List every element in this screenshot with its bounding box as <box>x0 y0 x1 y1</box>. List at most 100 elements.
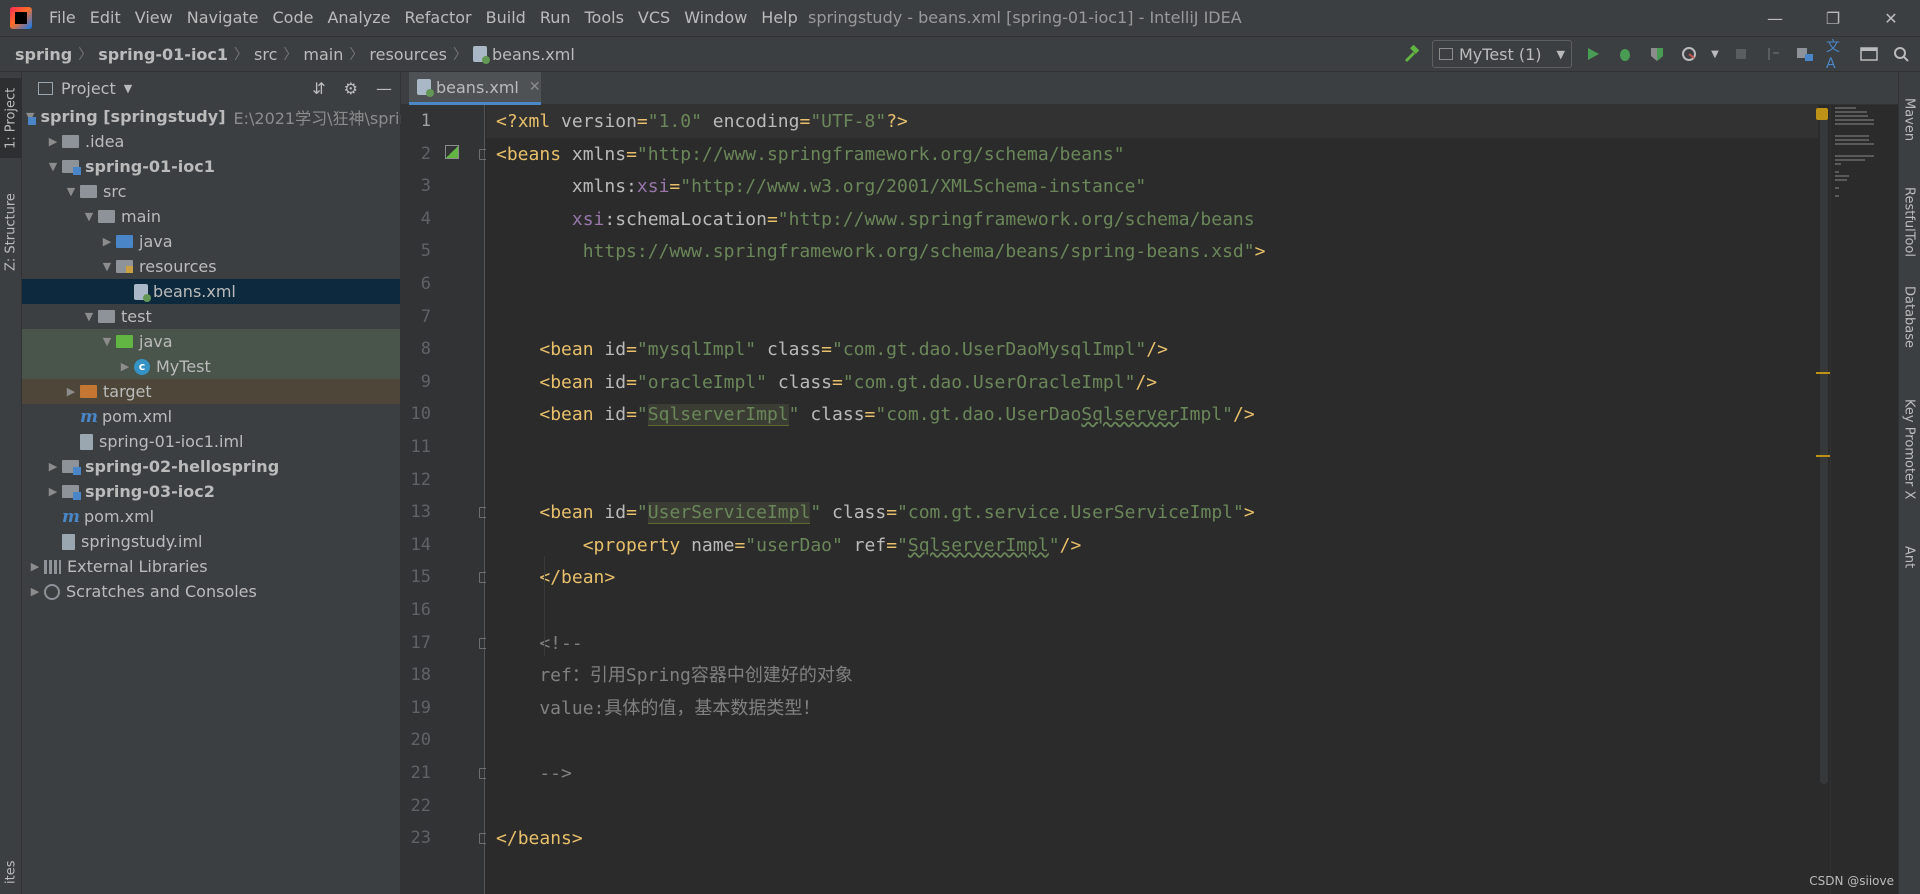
tree-node[interactable]: ▼ java <box>22 329 400 354</box>
breadcrumb-item[interactable]: resources <box>369 45 447 64</box>
collapsed-arrow-icon[interactable]: ▶ <box>44 460 62 473</box>
tab-beans-xml[interactable]: beans.xml ✕ <box>409 72 541 105</box>
spring-bean-icon[interactable] <box>445 145 459 159</box>
collapse-all-icon[interactable]: ⇵ <box>312 79 325 98</box>
translate-icon[interactable]: 文A <box>1826 39 1848 72</box>
collapsed-arrow-icon[interactable]: ▶ <box>98 235 116 248</box>
tree-node-label: spring-01-ioc1 <box>85 157 215 176</box>
expanded-arrow-icon[interactable]: ▼ <box>80 310 98 323</box>
hammer-icon[interactable] <box>1400 43 1422 65</box>
tree-node[interactable]: m pom.xml <box>22 404 400 429</box>
menu-help[interactable]: Help <box>754 0 804 36</box>
hide-panel-icon[interactable]: — <box>376 79 392 98</box>
layout-icon[interactable] <box>1858 43 1880 65</box>
menu-window[interactable]: Window <box>677 0 754 36</box>
debug-icon[interactable] <box>1614 43 1636 65</box>
search-icon[interactable] <box>1890 43 1912 65</box>
tab-favorites[interactable]: ites <box>0 852 22 892</box>
gear-icon[interactable]: ⚙ <box>344 79 358 98</box>
chevron-down-icon[interactable]: ▼ <box>124 82 132 95</box>
tree-node[interactable]: spring-01-ioc1.iml <box>22 429 400 454</box>
vertical-scrollbar[interactable] <box>1820 108 1828 784</box>
expanded-arrow-icon[interactable]: ▼ <box>62 185 80 198</box>
tree-node[interactable]: ▼spring [springstudy]E:\2021学习\狂神\spring <box>22 104 420 129</box>
tab-ant[interactable]: Ant <box>1898 517 1920 597</box>
menu-refactor[interactable]: Refactor <box>398 0 479 36</box>
minimap-line <box>1835 155 1874 157</box>
tab-structure[interactable]: Z: Structure <box>0 182 22 282</box>
vcs-icon[interactable] <box>1762 43 1784 65</box>
breadcrumb-item[interactable]: spring <box>15 45 72 64</box>
tree-node[interactable]: ▼ resources <box>22 254 400 279</box>
tree-node[interactable]: ▶ spring-02-hellospring <box>22 454 400 479</box>
collapsed-arrow-icon[interactable]: ▶ <box>44 485 62 498</box>
tree-node[interactable]: ▼ src <box>22 179 400 204</box>
tree-node[interactable]: ▶ spring-03-ioc2 <box>22 479 400 504</box>
breadcrumb-item[interactable]: spring-01-ioc1 <box>98 45 228 64</box>
breadcrumb-item[interactable]: main <box>303 45 343 64</box>
warning-marker[interactable] <box>1816 372 1830 374</box>
code-token: class <box>832 502 887 524</box>
collapsed-arrow-icon[interactable]: ▶ <box>26 560 44 573</box>
run-configuration-select[interactable]: MyTest (1) ▼ <box>1432 40 1572 68</box>
tree-node[interactable]: m pom.xml <box>22 504 400 529</box>
menu-navigate[interactable]: Navigate <box>180 0 266 36</box>
expanded-arrow-icon[interactable]: ▼ <box>44 160 62 173</box>
breadcrumb-item[interactable]: beans.xml <box>492 45 575 64</box>
tree-node[interactable]: ▼ test <box>22 304 400 329</box>
stop-icon[interactable] <box>1730 43 1752 65</box>
panel-title[interactable]: Project <box>61 79 116 98</box>
menu-code[interactable]: Code <box>266 0 321 36</box>
restore-button[interactable]: ❐ <box>1804 0 1862 36</box>
menu-run[interactable]: Run <box>533 0 578 36</box>
close-tab-icon[interactable]: ✕ <box>529 79 541 95</box>
menu-tools[interactable]: Tools <box>578 0 631 36</box>
code-token: = <box>636 111 648 132</box>
collapsed-arrow-icon[interactable]: ▶ <box>26 585 44 598</box>
tab-restfultool[interactable]: RestfulTool <box>1898 172 1920 272</box>
expanded-arrow-icon[interactable]: ▼ <box>98 335 116 348</box>
warning-indicator-icon[interactable] <box>1816 108 1828 120</box>
warning-marker[interactable] <box>1816 455 1830 457</box>
tree-node[interactable]: ▶ c MyTest <box>22 354 400 379</box>
menu-analyze[interactable]: Analyze <box>320 0 397 36</box>
expanded-arrow-icon[interactable]: ▼ <box>80 210 98 223</box>
tree-node[interactable]: beans.xml <box>22 279 400 304</box>
profile-icon[interactable] <box>1678 43 1700 65</box>
tree-node[interactable]: ▶ target <box>22 379 400 404</box>
tree-node-label: java <box>139 232 173 251</box>
collapsed-arrow-icon[interactable]: ▶ <box>116 360 134 373</box>
code-editor[interactable]: <?xml version="1.0" encoding="UTF-8"?> <b… <box>486 105 1826 894</box>
run-icon[interactable] <box>1582 43 1604 65</box>
tree-node[interactable]: ▶ External Libraries <box>22 554 400 579</box>
tree-node-label: resources <box>139 257 217 276</box>
menu-view[interactable]: View <box>128 0 180 36</box>
chevron-down-icon[interactable]: ▼ <box>1710 43 1720 65</box>
minimap-line <box>1835 159 1865 161</box>
menu-vcs[interactable]: VCS <box>631 0 677 36</box>
close-button[interactable]: ✕ <box>1862 0 1920 36</box>
tree-node[interactable]: ▶ Scratches and Consoles <box>22 579 400 604</box>
collapsed-arrow-icon[interactable]: ▶ <box>62 385 80 398</box>
menu-file[interactable]: File <box>42 0 83 36</box>
tab-database[interactable]: Database <box>1898 277 1920 357</box>
line-number: 15 <box>410 567 431 588</box>
tree-node[interactable]: springstudy.iml <box>22 529 400 554</box>
expanded-arrow-icon[interactable]: ▼ <box>98 260 116 273</box>
tree-node[interactable]: ▼ main <box>22 204 400 229</box>
breadcrumb-item[interactable]: src <box>254 45 277 64</box>
tree-node[interactable]: ▼ spring-01-ioc1 <box>22 154 400 179</box>
tree-node[interactable]: ▶ java <box>22 229 400 254</box>
collapsed-arrow-icon[interactable]: ▶ <box>44 135 62 148</box>
tab-project[interactable]: 1: Project <box>0 78 22 158</box>
project-structure-icon[interactable] <box>1794 43 1816 65</box>
tab-maven[interactable]: Maven <box>1898 80 1920 160</box>
menu-edit[interactable]: Edit <box>83 0 128 36</box>
tree-node[interactable]: ▶ .idea <box>22 129 400 154</box>
menu-build[interactable]: Build <box>479 0 533 36</box>
coverage-icon[interactable] <box>1646 43 1668 65</box>
tab-key-promoter-x[interactable]: Key Promoter X <box>1898 392 1920 507</box>
minimize-button[interactable]: — <box>1746 0 1804 36</box>
code-minimap[interactable] <box>1830 105 1898 894</box>
